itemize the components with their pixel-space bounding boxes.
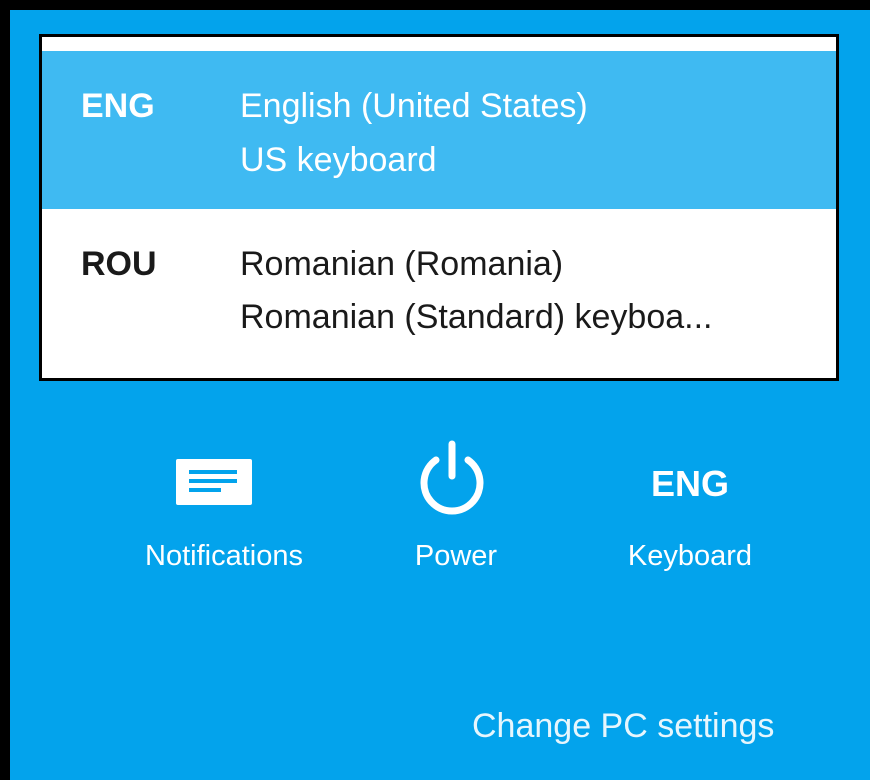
keyboard-layout-name: US keyboard xyxy=(240,141,437,179)
change-pc-settings-link[interactable]: Change PC settings xyxy=(472,707,774,746)
language-name: Romanian (Romania) xyxy=(240,245,564,283)
keyboard-language-code: ENG xyxy=(650,463,729,504)
notifications-icon xyxy=(176,459,252,505)
language-list: ENG English (United States) US keyboard … xyxy=(42,37,836,378)
window-frame: ENG English (United States) US keyboard … xyxy=(0,0,870,780)
language-item-eng[interactable]: ENG English (United States) US keyboard xyxy=(42,51,836,209)
keyboard-button[interactable]: ENG Keyboard xyxy=(600,445,780,595)
language-switcher-popup: ENG English (United States) US keyboard … xyxy=(39,34,839,381)
language-name: English (United States) xyxy=(240,87,588,125)
notifications-label: Notifications xyxy=(145,540,303,572)
power-icon xyxy=(420,440,484,515)
language-code: ENG xyxy=(81,87,155,125)
power-label: Power xyxy=(414,540,498,572)
notifications-button[interactable]: Notifications xyxy=(119,445,329,595)
power-button[interactable]: Power xyxy=(381,430,531,595)
keyboard-label: Keyboard xyxy=(627,540,753,572)
language-item-rou[interactable]: ROU Romanian (Romania) Romanian (Standar… xyxy=(42,209,836,374)
language-code: ROU xyxy=(81,245,157,283)
keyboard-layout-name: Romanian (Standard) keyboa... xyxy=(240,298,713,336)
